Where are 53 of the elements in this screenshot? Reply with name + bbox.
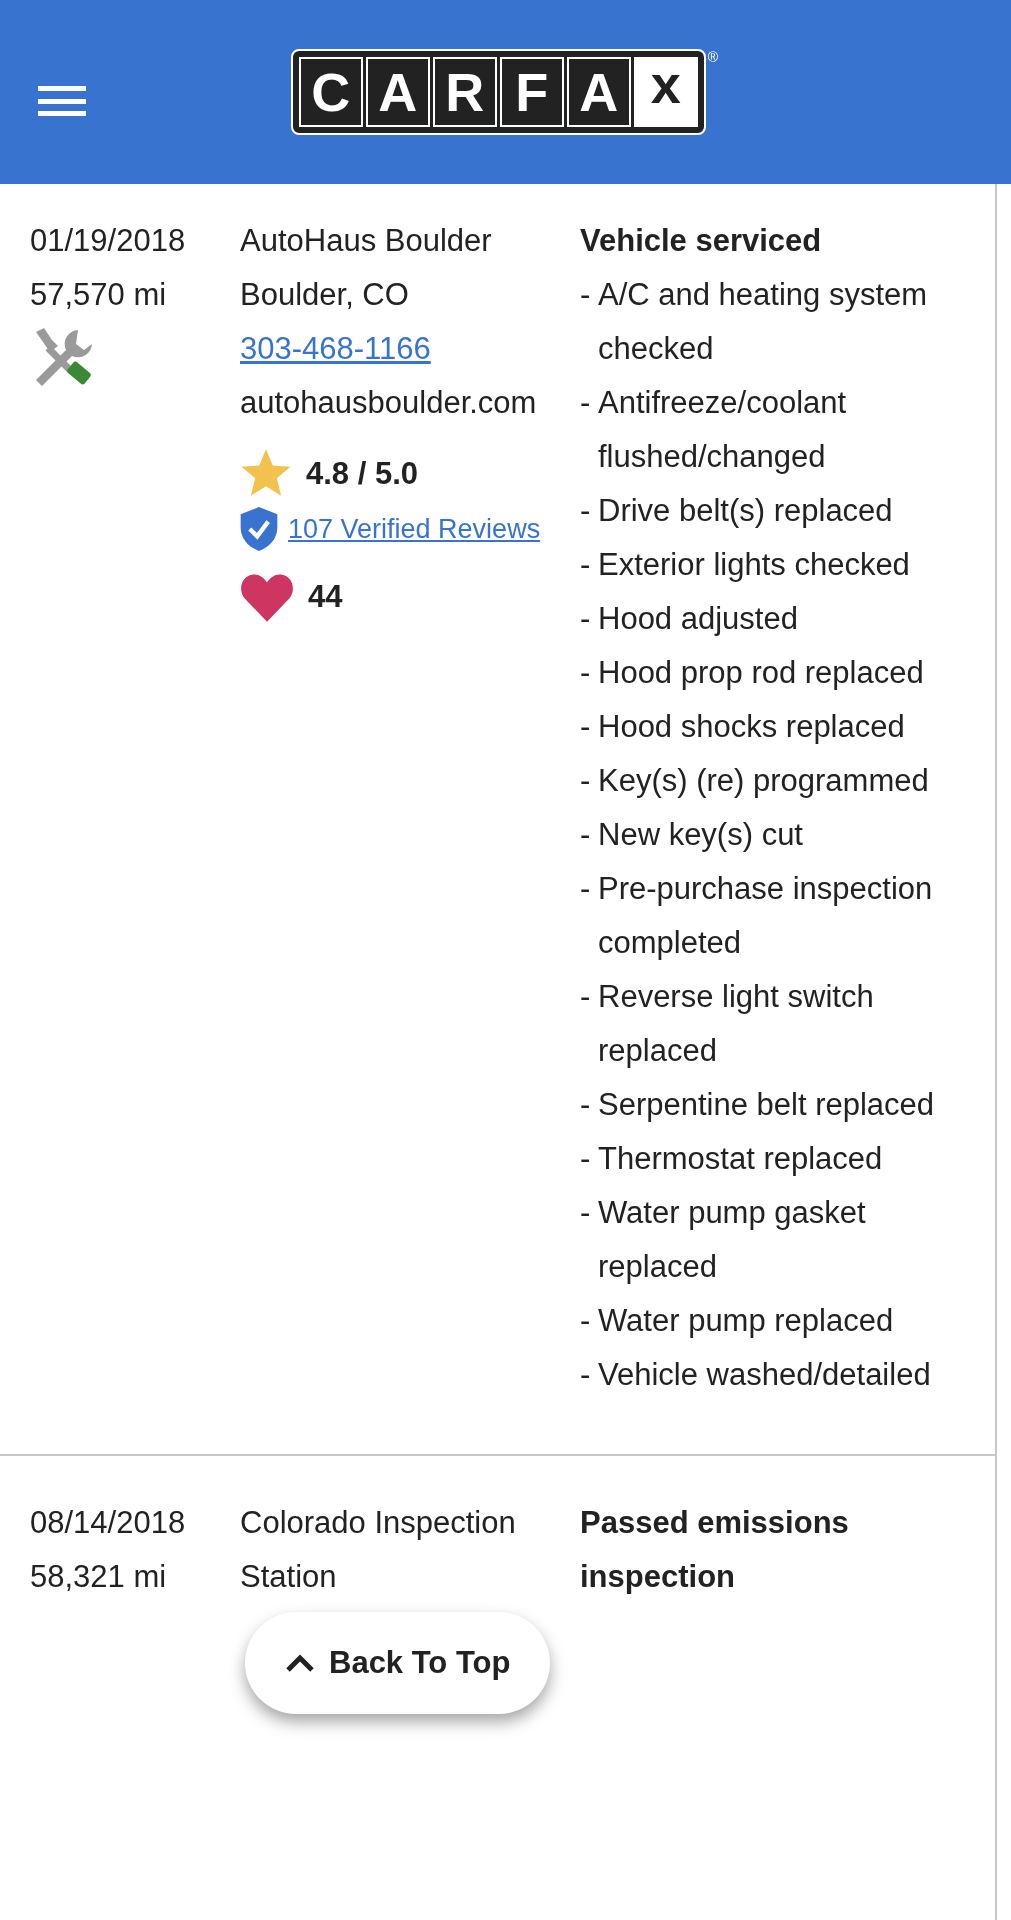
service-detail: Hood shocks replaced (598, 708, 905, 746)
service-detail: Hood adjusted (598, 600, 798, 638)
record-title: Vehicle serviced (580, 222, 823, 260)
list-dash: - (580, 1356, 592, 1394)
chevron-up-icon (285, 1653, 315, 1673)
service-detail: Exterior lights checked (598, 546, 910, 584)
source-name: Colorado Inspection Station (240, 1504, 517, 1596)
source-name: AutoHaus Boulder (240, 222, 492, 260)
website-text: autohausboulder.com (240, 384, 538, 422)
service-detail: Water pump replaced (598, 1302, 894, 1340)
service-detail: Drive belt(s) replaced (598, 492, 893, 530)
odometer-reading: 57,570 mi (30, 276, 168, 314)
service-detail: Serpentine belt replaced (598, 1086, 935, 1124)
service-detail: Antifreeze/coolant flushed/changed (598, 384, 848, 476)
list-dash: - (580, 870, 592, 908)
record-title: Passed emissions inspection (580, 1504, 850, 1596)
list-dash: - (580, 816, 592, 854)
list-dash: - (580, 762, 592, 800)
list-dash: - (580, 1302, 592, 1340)
list-dash: - (580, 384, 592, 422)
source-location: Boulder, CO (240, 276, 409, 314)
service-detail: Thermostat replaced (598, 1140, 883, 1178)
phone-link[interactable]: 303-468-1166 (240, 322, 431, 376)
service-detail: Vehicle washed/detailed (598, 1356, 931, 1394)
odometer-reading: 58,321 mi (30, 1558, 168, 1596)
verified-shield-icon (240, 507, 278, 551)
service-detail: Water pump gasket replaced (598, 1194, 867, 1286)
list-dash: - (580, 492, 592, 530)
list-dash: - (580, 276, 592, 314)
back-to-top-button[interactable]: Back To Top (245, 1612, 551, 1714)
list-dash: - (580, 708, 592, 746)
registered-mark: ® (707, 48, 719, 67)
record-date: 08/14/2018 (30, 1504, 187, 1542)
reviews-link[interactable]: 107 Verified Reviews (288, 502, 541, 556)
record-date: 01/19/2018 (30, 222, 187, 260)
service-detail: Reverse light switch replaced (598, 978, 875, 1070)
list-dash: - (580, 1194, 592, 1232)
service-detail: Hood prop rod replaced (598, 654, 924, 692)
carfax-logo[interactable]: C A R F A x (292, 51, 704, 133)
rating-score: 4.8 / 5.0 (306, 455, 419, 493)
service-detail: Pre-purchase inspection completed (598, 870, 934, 962)
service-detail: New key(s) cut (598, 816, 803, 854)
list-dash: - (580, 546, 592, 584)
heart-icon (240, 572, 294, 622)
list-dash: - (580, 1140, 592, 1178)
list-dash: - (580, 600, 592, 638)
menu-icon[interactable] (38, 86, 86, 116)
list-dash: - (580, 1086, 592, 1124)
list-dash: - (580, 978, 592, 1016)
favorites-count: 44 (308, 578, 343, 616)
list-dash: - (580, 654, 592, 692)
service-detail: Key(s) (re) programmed (598, 762, 929, 800)
service-detail: A/C and heating system checked (598, 276, 929, 368)
